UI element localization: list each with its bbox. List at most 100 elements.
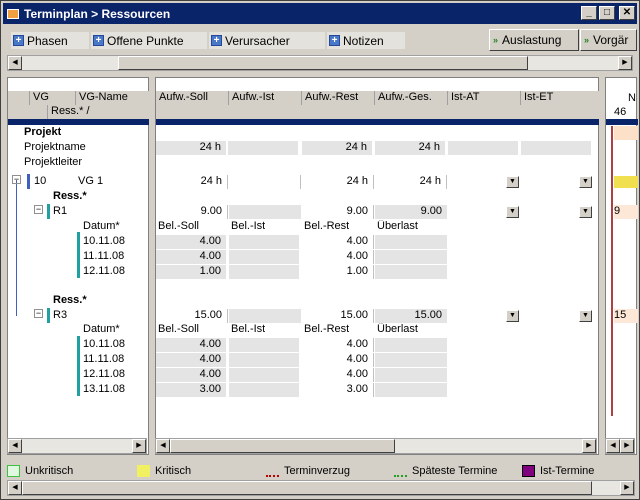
- vg-marker: [27, 174, 30, 189]
- vg-rest[interactable]: 24 h: [302, 175, 374, 189]
- vg-ges[interactable]: 24 h: [375, 175, 447, 189]
- maximize-button[interactable]: □: [599, 6, 615, 20]
- scroll-left-button[interactable]: ◀: [156, 439, 170, 453]
- button-label: Vorgär: [593, 33, 629, 47]
- date-cell[interactable]: 11.11.08: [83, 353, 124, 367]
- header-blank-2: [8, 105, 48, 119]
- tab-notizen[interactable]: + Notizen: [327, 32, 405, 49]
- collapse-icon[interactable]: −: [12, 175, 21, 184]
- bel-rest-cell[interactable]: 4.00: [302, 368, 374, 382]
- scroll-left-button[interactable]: ◀: [8, 56, 22, 70]
- header-row-2: [156, 105, 600, 119]
- date-cell[interactable]: 10.11.08: [83, 338, 125, 352]
- header-ist-at[interactable]: Ist-AT: [448, 91, 521, 105]
- tab-offene-punkte[interactable]: + Offene Punkte: [91, 32, 207, 49]
- projekt-ges: 24 h: [375, 141, 445, 155]
- bel-rest-cell[interactable]: 1.00: [302, 265, 374, 279]
- r1-rest[interactable]: 9.00: [302, 205, 374, 219]
- tree-line: [16, 180, 17, 316]
- selection-bar: [8, 119, 150, 125]
- today-line: [611, 126, 613, 416]
- legend-scrollbar[interactable]: ◀ ▶: [7, 480, 635, 496]
- bel-soll-cell: 4.00: [156, 353, 226, 367]
- ueberlast-header: Überlast: [377, 220, 418, 232]
- scroll-thumb[interactable]: [22, 481, 592, 495]
- r1-ist-et-dropdown[interactable]: ▼: [579, 206, 592, 218]
- scroll-thumb[interactable]: [170, 439, 395, 453]
- vg-ist[interactable]: [229, 175, 301, 189]
- scroll-right-button[interactable]: ▶: [618, 56, 632, 70]
- legend-label: Terminverzug: [284, 465, 351, 477]
- gantt-r1-load: 9: [614, 205, 638, 219]
- scroll-left-button[interactable]: ◀: [8, 481, 22, 495]
- vg-name[interactable]: VG 1: [78, 175, 103, 189]
- top-scrollbar[interactable]: ◀ ▶: [7, 55, 633, 71]
- main-bottom-scrollbar[interactable]: ◀ ▶: [155, 438, 597, 454]
- tab-phasen[interactable]: + Phasen: [11, 32, 89, 49]
- window-title: Terminplan > Ressourcen: [24, 6, 171, 21]
- gantt-kritisch-bar: [614, 176, 638, 188]
- ueberlast-cell: [375, 265, 447, 279]
- header-aufw-rest[interactable]: Aufw.-Rest: [302, 91, 375, 105]
- bel-soll-cell: 4.00: [156, 235, 226, 249]
- bel-rest-cell[interactable]: 4.00: [302, 338, 374, 352]
- bel-rest-cell[interactable]: 4.00: [302, 353, 374, 367]
- header-ist-et[interactable]: Ist-ET: [521, 91, 600, 105]
- scroll-left-button[interactable]: ◀: [606, 439, 620, 453]
- ist-et-dropdown[interactable]: ▼: [579, 176, 592, 188]
- r3-ist-et-dropdown[interactable]: ▼: [579, 310, 592, 322]
- scroll-thumb[interactable]: [118, 56, 528, 70]
- scroll-left-button[interactable]: ◀: [8, 439, 22, 453]
- resource-name-r3[interactable]: R3: [53, 309, 67, 323]
- minimize-button[interactable]: _: [581, 6, 597, 20]
- projekt-ist: [228, 141, 298, 155]
- scroll-right-button[interactable]: ▶: [620, 481, 634, 495]
- scroll-right-button[interactable]: ▶: [582, 439, 596, 453]
- date-cell[interactable]: 12.11.08: [83, 368, 125, 382]
- scroll-right-button[interactable]: ▶: [132, 439, 146, 453]
- selection-bar: [606, 119, 638, 125]
- bel-soll-cell: 4.00: [156, 368, 226, 382]
- r3-ges: 15.00: [375, 309, 447, 323]
- header-aufw-soll[interactable]: Aufw.-Soll: [156, 91, 229, 105]
- bel-rest-cell[interactable]: 4.00: [302, 235, 374, 249]
- legend-terminverzug: Terminverzug: [266, 464, 350, 478]
- bel-ist-cell: [229, 265, 299, 279]
- collapse-icon[interactable]: −: [34, 205, 43, 214]
- bel-ist-cell: [229, 368, 299, 382]
- tab-label: Notizen: [343, 33, 384, 48]
- bel-ist-cell: [229, 235, 299, 249]
- left-bottom-scrollbar[interactable]: ◀ ▶: [7, 438, 147, 454]
- r3-soll[interactable]: 15.00: [156, 309, 228, 323]
- gantt-pane: N 46 9 15: [605, 77, 638, 455]
- gantt-bottom-scrollbar[interactable]: ◀ ▶: [605, 438, 635, 454]
- vg-id[interactable]: 10: [34, 175, 46, 189]
- ist-at-dropdown[interactable]: ▼: [506, 176, 519, 188]
- header-ress[interactable]: Ress.* /: [48, 105, 150, 119]
- header-vg[interactable]: VG: [30, 91, 76, 105]
- auslastung-button[interactable]: » Auslastung: [489, 29, 579, 51]
- date-cell[interactable]: 10.11.08: [83, 235, 125, 249]
- header-aufw-ges[interactable]: Aufw.-Ges.: [375, 91, 448, 105]
- legend-kritisch: Kritisch: [137, 464, 191, 478]
- close-button[interactable]: ✕: [619, 6, 635, 20]
- r3-ist-at-dropdown[interactable]: ▼: [506, 310, 519, 322]
- tab-verursacher[interactable]: + Verursacher: [209, 32, 325, 49]
- header-vg-name[interactable]: VG-Name: [76, 91, 150, 105]
- date-cell[interactable]: 13.11.08: [83, 383, 125, 397]
- gantt-project-bar: [614, 126, 638, 140]
- r3-rest[interactable]: 15.00: [302, 309, 374, 323]
- r1-soll[interactable]: 9.00: [156, 205, 228, 219]
- header-aufw-ist[interactable]: Aufw.-Ist: [229, 91, 302, 105]
- bel-rest-cell[interactable]: 3.00: [302, 383, 374, 397]
- bel-rest-cell[interactable]: 4.00: [302, 250, 374, 264]
- vorgaenge-button[interactable]: » Vorgär: [580, 29, 637, 51]
- projekt-soll: 24 h: [156, 141, 226, 155]
- scroll-right-button[interactable]: ▶: [620, 439, 634, 453]
- date-cell[interactable]: 11.11.08: [83, 250, 124, 264]
- r1-ist-at-dropdown[interactable]: ▼: [506, 206, 519, 218]
- collapse-icon[interactable]: −: [34, 309, 43, 318]
- date-cell[interactable]: 12.11.08: [83, 265, 125, 279]
- vg-soll[interactable]: 24 h: [156, 175, 228, 189]
- resource-name-r1[interactable]: R1: [53, 205, 67, 219]
